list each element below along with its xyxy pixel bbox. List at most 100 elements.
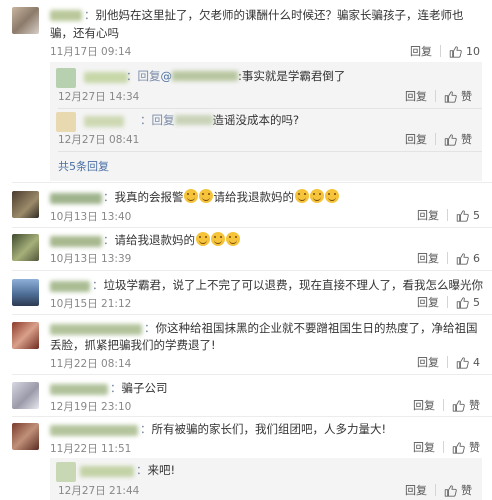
name-suffix: ： xyxy=(103,233,115,247)
username-blurred[interactable] xyxy=(84,116,124,127)
like-label: 赞 xyxy=(461,133,472,146)
divider xyxy=(58,108,482,109)
divider xyxy=(58,151,482,152)
timestamp: 12月19日 23:10 xyxy=(50,401,132,413)
divider xyxy=(12,227,492,228)
reply-button[interactable]: 回复 xyxy=(413,397,435,413)
username-blurred[interactable] xyxy=(50,10,82,21)
comment-text-cont: 骗，还有心吗 xyxy=(50,26,119,40)
divider xyxy=(443,399,444,411)
smile-emoji-icon xyxy=(199,189,213,203)
thumbs-up-icon[interactable] xyxy=(456,252,469,265)
like-label: 赞 xyxy=(461,90,472,103)
thumbs-up-icon[interactable] xyxy=(452,399,465,412)
comment-text: 请给我退款妈的 xyxy=(114,233,196,247)
reply-button[interactable]: 回复 xyxy=(410,43,432,59)
reply-button[interactable]: 回复 xyxy=(417,294,439,310)
avatar[interactable] xyxy=(12,234,39,261)
mention-at[interactable]: @ xyxy=(161,69,173,83)
comment-text-cont: 丢脸，抓紧把骗我们的学费退了! xyxy=(50,338,216,352)
avatar[interactable] xyxy=(12,7,39,34)
smile-emoji-icon xyxy=(309,189,324,203)
divider xyxy=(12,416,492,417)
username-blurred[interactable] xyxy=(50,236,102,247)
username-blurred[interactable] xyxy=(50,193,102,204)
comment-text: 骗子公司 xyxy=(121,381,168,395)
divider xyxy=(12,314,492,315)
avatar[interactable] xyxy=(56,462,76,482)
smile-emoji-icon xyxy=(324,189,339,203)
like-label: 赞 xyxy=(469,441,480,454)
thumbs-up-icon[interactable] xyxy=(444,90,457,103)
timestamp: 10月13日 13:39 xyxy=(50,253,132,265)
avatar[interactable] xyxy=(56,68,76,88)
divider xyxy=(447,296,448,308)
comment-text: 你这种给祖国抹黑的企业就不要蹭祖国生日的热度了，净给祖国 xyxy=(155,321,478,335)
timestamp: 12月27日 21:44 xyxy=(58,485,140,497)
reply-button[interactable]: 回复 xyxy=(417,354,439,370)
username-blurred[interactable] xyxy=(80,466,134,477)
timestamp: 10月15日 21:12 xyxy=(50,298,132,310)
smile-emoji-icon xyxy=(184,189,198,203)
thumbs-up-icon[interactable] xyxy=(456,296,469,309)
username-blurred[interactable] xyxy=(50,324,142,335)
like-count: 4 xyxy=(473,355,480,369)
reply-button[interactable]: 回复 xyxy=(413,439,435,455)
divider xyxy=(12,374,492,375)
comment-text: 别他妈在这里扯了，欠老师的课酬什么时候还？骗家长骗孩子，连老师也 xyxy=(95,8,464,22)
reply-button[interactable]: 回复 xyxy=(405,88,427,104)
thumbs-up-icon[interactable] xyxy=(456,209,469,222)
like-count: 5 xyxy=(473,208,480,222)
reply-panel: ：来吧! 12月27日 21:44 回复 赞 xyxy=(50,458,482,500)
avatar[interactable] xyxy=(12,322,39,349)
divider xyxy=(443,441,444,453)
username-blurred[interactable] xyxy=(50,281,90,292)
like-count: 6 xyxy=(473,251,480,265)
thumbs-up-icon[interactable] xyxy=(449,45,462,58)
name-suffix: ： xyxy=(140,422,152,436)
reply-text: :事实就是学霸君倒了 xyxy=(238,69,346,83)
comment-text: 我真的会报警 xyxy=(114,190,184,204)
timestamp: 11月22日 11:51 xyxy=(50,443,132,455)
avatar[interactable] xyxy=(56,112,76,132)
timestamp: 11月17日 09:14 xyxy=(50,46,132,58)
avatar[interactable] xyxy=(12,382,39,409)
thumbs-up-icon[interactable] xyxy=(444,484,457,497)
divider xyxy=(12,182,492,183)
avatar[interactable] xyxy=(12,279,39,306)
timestamp: 12月27日 08:41 xyxy=(58,134,140,146)
reply-prefix: ：回复 xyxy=(126,69,161,83)
divider xyxy=(447,356,448,368)
divider xyxy=(447,252,448,264)
avatar[interactable] xyxy=(12,423,39,450)
name-suffix: ： xyxy=(103,190,115,204)
comment-text: 来吧! xyxy=(147,463,176,477)
thumbs-up-icon[interactable] xyxy=(452,441,465,454)
reply-button[interactable]: 回复 xyxy=(417,250,439,266)
more-replies-link[interactable]: 共5条回复 xyxy=(58,158,109,174)
avatar[interactable] xyxy=(12,191,39,218)
reply-button[interactable]: 回复 xyxy=(405,131,427,147)
comment-text: 所有被骗的家长们，我们组团吧，人多力量大! xyxy=(151,422,387,436)
thumbs-up-icon[interactable] xyxy=(444,133,457,146)
divider xyxy=(435,484,436,496)
name-suffix: ： xyxy=(84,8,96,22)
smile-emoji-icon xyxy=(195,232,210,246)
smile-emoji-icon xyxy=(210,232,225,246)
timestamp: 11月22日 08:14 xyxy=(50,358,132,370)
reply-button[interactable]: 回复 xyxy=(417,207,439,223)
username-blurred[interactable] xyxy=(50,425,138,436)
reply-prefix: ：回复 xyxy=(140,113,175,127)
reply-button[interactable]: 回复 xyxy=(405,482,427,498)
smile-emoji-icon xyxy=(225,232,240,246)
comment-text: 垃圾学霸君，说了上不完了可以退费，现在直接不理人了，看我怎么曝光你 xyxy=(103,278,484,292)
reply-text: 造谣没成本的吗? xyxy=(212,113,300,127)
divider xyxy=(435,90,436,102)
username-blurred[interactable] xyxy=(84,72,128,83)
name-suffix: ： xyxy=(144,321,156,335)
timestamp: 10月13日 13:40 xyxy=(50,211,132,223)
username-blurred[interactable] xyxy=(50,384,108,395)
like-count: 10 xyxy=(466,44,480,58)
thumbs-up-icon[interactable] xyxy=(456,356,469,369)
reply-panel: ：回复@:事实就是学霸君倒了 12月27日 14:34 回复 赞 ：回复 造谣没成… xyxy=(50,62,482,181)
